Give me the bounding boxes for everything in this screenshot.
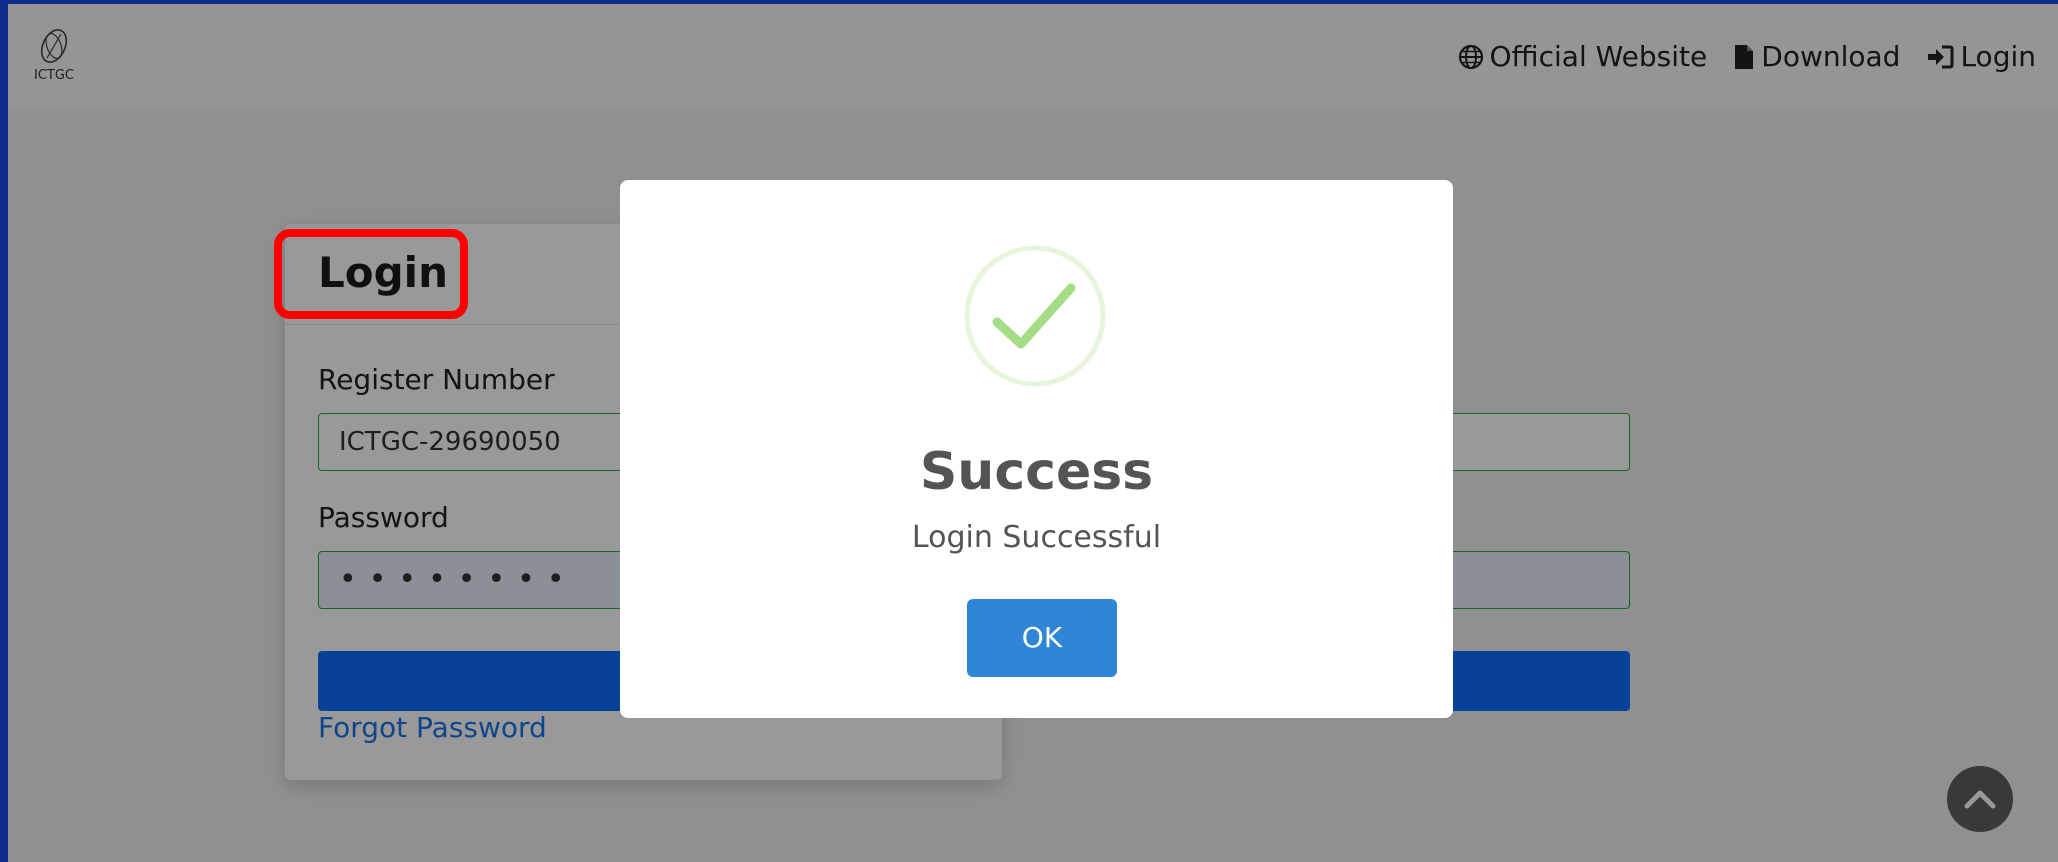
page-frame: ICTGC Official Website Download Login Lo…: [8, 4, 2058, 862]
dialog-message: Login Successful: [911, 520, 1162, 555]
success-dialog: Success Login Successful OK: [620, 180, 1453, 718]
highlight-box: [274, 229, 468, 319]
ok-button[interactable]: OK: [967, 599, 1117, 677]
dialog-title: Success: [919, 442, 1154, 502]
success-check-icon: [964, 245, 1106, 387]
